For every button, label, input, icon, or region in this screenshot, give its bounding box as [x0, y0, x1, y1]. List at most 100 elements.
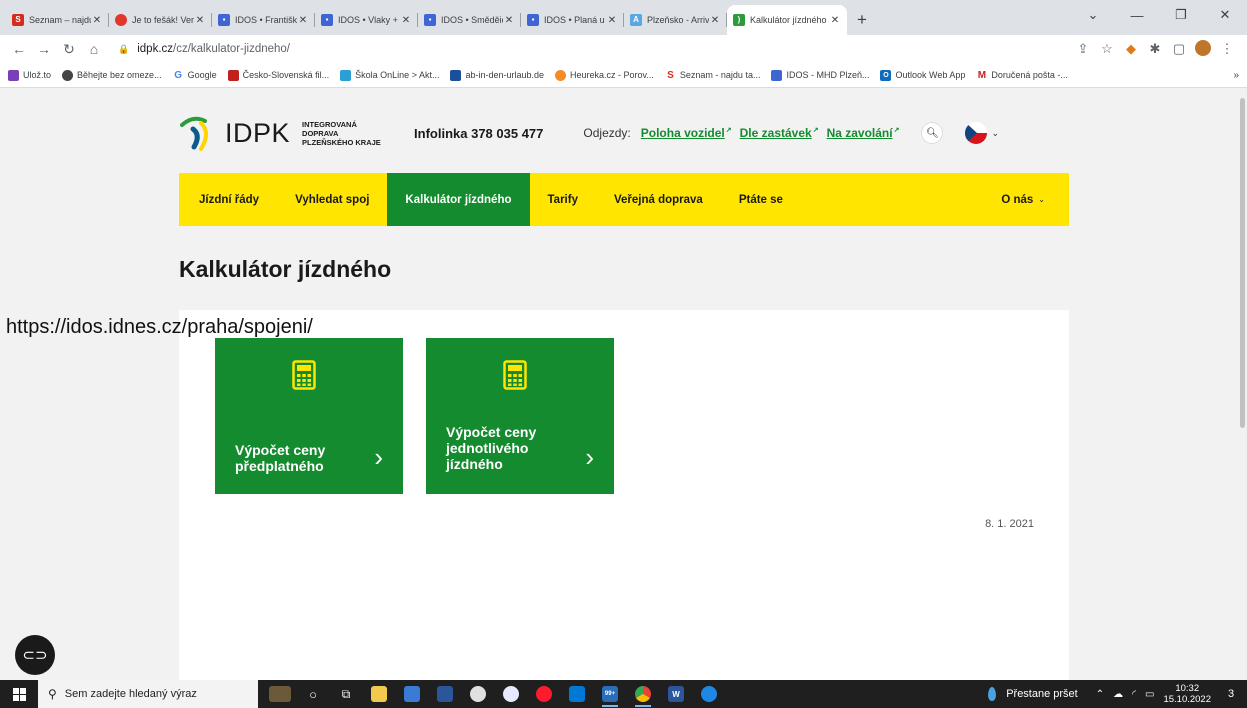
nav-tarify[interactable]: Tarify [530, 173, 596, 226]
file-explorer-icon[interactable] [365, 680, 393, 708]
seznam-icon: S [12, 14, 24, 26]
close-icon[interactable]: ✕ [503, 15, 515, 26]
forward-icon[interactable]: → [33, 38, 55, 60]
infolinka-phone[interactable]: Infolinka 378 035 477 [414, 126, 543, 141]
calculator-app-icon[interactable] [398, 680, 426, 708]
windows-start-icon[interactable] [0, 680, 38, 708]
browser-tab[interactable]: ▪ IDOS • Františkova ✕ [212, 5, 315, 35]
bookmark-item[interactable]: Heureka.cz - Porov... [555, 69, 654, 81]
extension-icon[interactable]: ◆ [1119, 41, 1143, 57]
bookmark-item[interactable]: Běhejte bez omeze... [62, 69, 162, 81]
bookmark-item[interactable]: M Doručená pošta -... [976, 69, 1068, 81]
bookmarks-overflow-icon[interactable]: » [1233, 70, 1239, 81]
bookmark-item[interactable]: Škola OnLine > Akt... [340, 69, 439, 81]
notification-center-icon[interactable]: 3 [1221, 688, 1241, 700]
chevron-down-icon[interactable]: ⌄ [991, 128, 999, 139]
opera-icon[interactable] [530, 680, 558, 708]
close-icon[interactable]: ✕ [194, 15, 206, 26]
tab-search-icon[interactable]: ⌄ [1071, 0, 1115, 30]
link-na-zavolani[interactable]: Na zavolání↗ [827, 126, 900, 140]
browser-tab[interactable]: Je to fešák! Veroni ✕ [109, 5, 212, 35]
card-jednotlive-jizdne[interactable]: Výpočet ceny jednotlivého jízdného › [426, 338, 614, 494]
close-icon[interactable]: ✕ [829, 15, 841, 26]
red-circle-icon [115, 14, 127, 26]
battery-icon[interactable]: ▭ [1145, 689, 1154, 700]
address-bar[interactable]: 🔒 idpk.cz/cz/kalkulator-jizdneho/ [108, 37, 1071, 61]
menu-icon[interactable]: ⋮ [1215, 41, 1239, 57]
close-icon[interactable]: ✕ [297, 15, 309, 26]
minimize-icon[interactable]: — [1115, 0, 1159, 30]
nav-vyhledat-spoj[interactable]: Vyhledat spoj [277, 173, 387, 226]
star-icon[interactable]: ☆ [1095, 41, 1119, 57]
idpk-logo-icon[interactable] [179, 113, 217, 153]
search-icon[interactable]: 🔍︎ [921, 122, 944, 144]
wifi-icon[interactable]: ◜ [1132, 689, 1136, 700]
browser-tab[interactable]: ▪ IDOS • Směděice – ✕ [418, 5, 521, 35]
profile-avatar[interactable] [1191, 39, 1215, 59]
new-tab-button[interactable]: + [847, 5, 877, 35]
link-dle-zastavek[interactable]: Dle zastávek↗ [740, 126, 819, 140]
accessibility-toggle-icon[interactable]: ⊂⊃ [15, 635, 55, 675]
cortana-icon[interactable]: ○ [299, 680, 327, 708]
outlook-icon: O [880, 69, 892, 81]
browser-tab[interactable]: ▪ IDOS • Planá u Ma ✕ [521, 5, 624, 35]
reload-icon[interactable]: ↻ [58, 38, 80, 60]
card-label: Výpočet ceny předplatného [235, 442, 325, 474]
bookmark-item[interactable]: O Outlook Web App [880, 69, 965, 81]
bookmark-item[interactable]: IDOS - MHD Plzeň... [771, 69, 869, 81]
back-icon[interactable]: ← [8, 38, 30, 60]
share-icon[interactable]: ⇪ [1071, 41, 1095, 57]
link-poloha-vozidel[interactable]: Poloha vozidel↗ [641, 126, 732, 140]
steam-icon[interactable] [464, 680, 492, 708]
browser-tab-active[interactable]: ) Kalkulátor jízdného ✕ [727, 5, 847, 35]
mail-icon[interactable]: 99+ [596, 680, 624, 708]
nav-jizdni-rady[interactable]: Jízdní řády [179, 173, 277, 226]
site-logo-text[interactable]: IDPK [225, 118, 290, 149]
chrome-icon[interactable] [629, 680, 657, 708]
save-app-icon[interactable] [431, 680, 459, 708]
word-icon[interactable]: W [662, 680, 690, 708]
restore-icon[interactable]: ❐ [1159, 0, 1203, 30]
onedrive-icon[interactable]: ☁ [1113, 689, 1123, 700]
bookmark-item[interactable]: S Seznam - najdu ta... [664, 69, 760, 81]
nav-kalkulator-jizdneho[interactable]: Kalkulátor jízdného [387, 173, 530, 226]
bookmark-item[interactable]: ab-in-den-urlaub.de [450, 69, 544, 81]
page-scrollbar[interactable] [1238, 88, 1247, 680]
task-view-icon[interactable]: ⧉ [332, 680, 360, 708]
scrollbar-thumb[interactable] [1240, 98, 1245, 428]
czech-flag-icon[interactable] [965, 122, 988, 144]
close-icon[interactable]: ✕ [709, 15, 721, 26]
card-predplatne[interactable]: Výpočet ceny předplatného › [215, 338, 403, 494]
browser-tab[interactable]: S Seznam – najdu ta ✕ [6, 5, 109, 35]
home-icon[interactable]: ⌂ [83, 38, 105, 60]
puzzle-icon[interactable]: ✱ [1143, 41, 1167, 57]
close-icon[interactable]: ✕ [400, 15, 412, 26]
close-icon[interactable]: ✕ [91, 15, 103, 26]
link-text: Na zavolání [826, 126, 893, 140]
itunes-icon[interactable] [497, 680, 525, 708]
tab-title: IDOS • Směděice – [441, 15, 503, 25]
nav-o-nas[interactable]: O nás ⌄ [983, 173, 1069, 226]
bookmark-item[interactable]: Ulož.to [8, 69, 51, 81]
close-icon[interactable]: ✕ [606, 15, 618, 26]
system-clock[interactable]: 10:32 15.10.2022 [1163, 683, 1211, 705]
bookmark-item[interactable]: Česko-Slovenská fil... [227, 69, 329, 81]
nav-ptate-se[interactable]: Ptáte se [721, 173, 801, 226]
taskbar-search-input[interactable]: ⚲ Sem zadejte hledaný výraz [38, 680, 258, 708]
google-icon: G [172, 69, 184, 81]
weather-widget[interactable]: Přestane pršet [988, 687, 1078, 701]
browser-tab[interactable]: A Plzeňsko - Arriva ✕ [624, 5, 727, 35]
bookmark-item[interactable]: G Google [172, 69, 217, 81]
chevron-up-icon[interactable]: ⌃ [1096, 689, 1104, 700]
sidepanel-icon[interactable]: ▢ [1167, 41, 1191, 57]
windows-taskbar: ⚲ Sem zadejte hledaný výraz ○ ⧉ 99+ W Př… [0, 680, 1247, 708]
browser-tab[interactable]: ▪ IDOS • Vlaky + Aut ✕ [315, 5, 418, 35]
url-host: idpk.cz [137, 43, 174, 55]
edge-icon[interactable] [695, 680, 723, 708]
link-text: Dle zastávek [739, 126, 812, 140]
nav-verejna-doprava[interactable]: Veřejná doprava [596, 173, 721, 226]
store-icon[interactable] [563, 680, 591, 708]
search-highlight-icon[interactable] [266, 680, 294, 708]
close-window-icon[interactable]: ✕ [1203, 0, 1247, 30]
site-header: IDPK INTEGROVANÁ DOPRAVA PLZEŇSKÉHO KRAJE… [179, 108, 1069, 158]
